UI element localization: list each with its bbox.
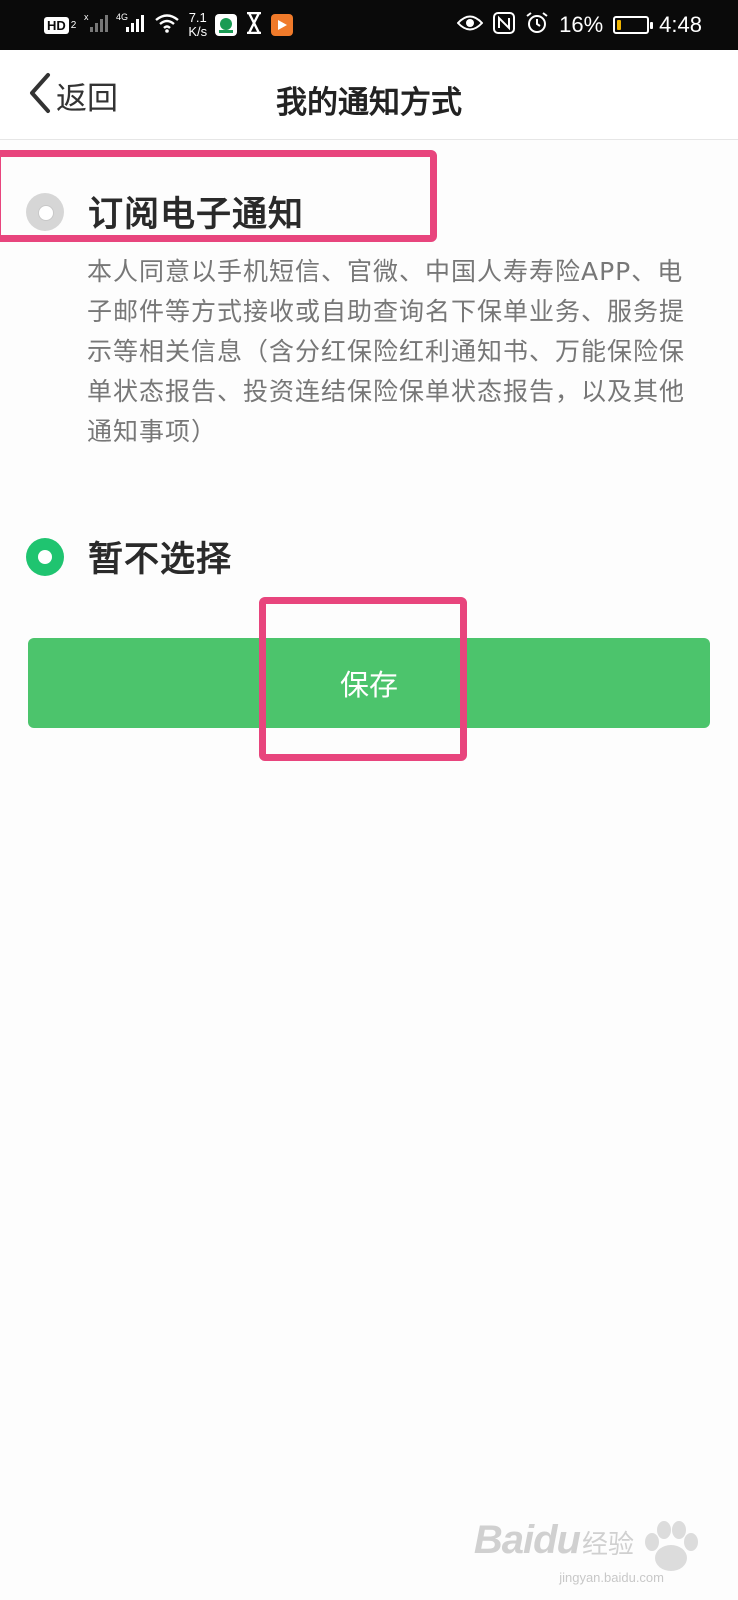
video-app-icon: [271, 14, 294, 36]
watermark-logo-text: Baidu: [473, 1518, 581, 1562]
option-not-now[interactable]: 暂不选择: [26, 531, 232, 582]
speed-unit: K/s: [188, 24, 208, 39]
radio-selected-icon[interactable]: [26, 537, 64, 576]
hourglass-icon: [245, 11, 263, 38]
status-bar-right: 16% 4:48: [456, 10, 702, 40]
nav-bar: 返回 我的通知方式: [0, 50, 738, 140]
signal-4g-icon: 4G: [116, 12, 146, 38]
paw-icon: [638, 1520, 704, 1576]
hd-sub: 2: [70, 19, 77, 31]
status-bar: HD 2 x 4G 7.1 K/s 16% 4:48: [0, 0, 738, 50]
page-title: 我的通知方式: [276, 85, 462, 121]
clock: 4:48: [659, 12, 702, 37]
app-icon: [215, 14, 238, 36]
alarm-icon: [525, 11, 549, 39]
svg-text:x: x: [84, 12, 89, 22]
battery-percent: 16%: [559, 12, 604, 37]
network-speed: 7.1 K/s: [188, 11, 207, 39]
nfc-icon: [493, 12, 516, 38]
watermark-logo: Baidu经验: [474, 1518, 634, 1563]
svg-text:4G: 4G: [116, 12, 128, 22]
battery-fill: [617, 20, 622, 30]
option-description: 本人同意以手机短信、官微、中国人寿寿险APP、电子邮件等方式接收或自助查询名下保…: [87, 257, 686, 446]
highlight-box-save: [259, 597, 467, 761]
highlight-box-option: [0, 150, 437, 242]
watermark-logo-cn: 经验: [581, 1529, 634, 1559]
wifi-icon: [154, 12, 180, 38]
baidu-watermark: Baidu经验 jingyan.baidu.com: [404, 1518, 704, 1593]
watermark-url: jingyan.baidu.com: [559, 1570, 664, 1585]
hd-badge: HD: [44, 16, 69, 34]
speed-value: 7.1: [188, 10, 207, 25]
status-bar-left: HD 2 x 4G 7.1 K/s: [44, 10, 294, 40]
option-label: 暂不选择: [88, 540, 233, 580]
signal-icon: x: [84, 12, 109, 38]
eye-icon: [456, 14, 484, 36]
battery-icon: [613, 16, 654, 34]
